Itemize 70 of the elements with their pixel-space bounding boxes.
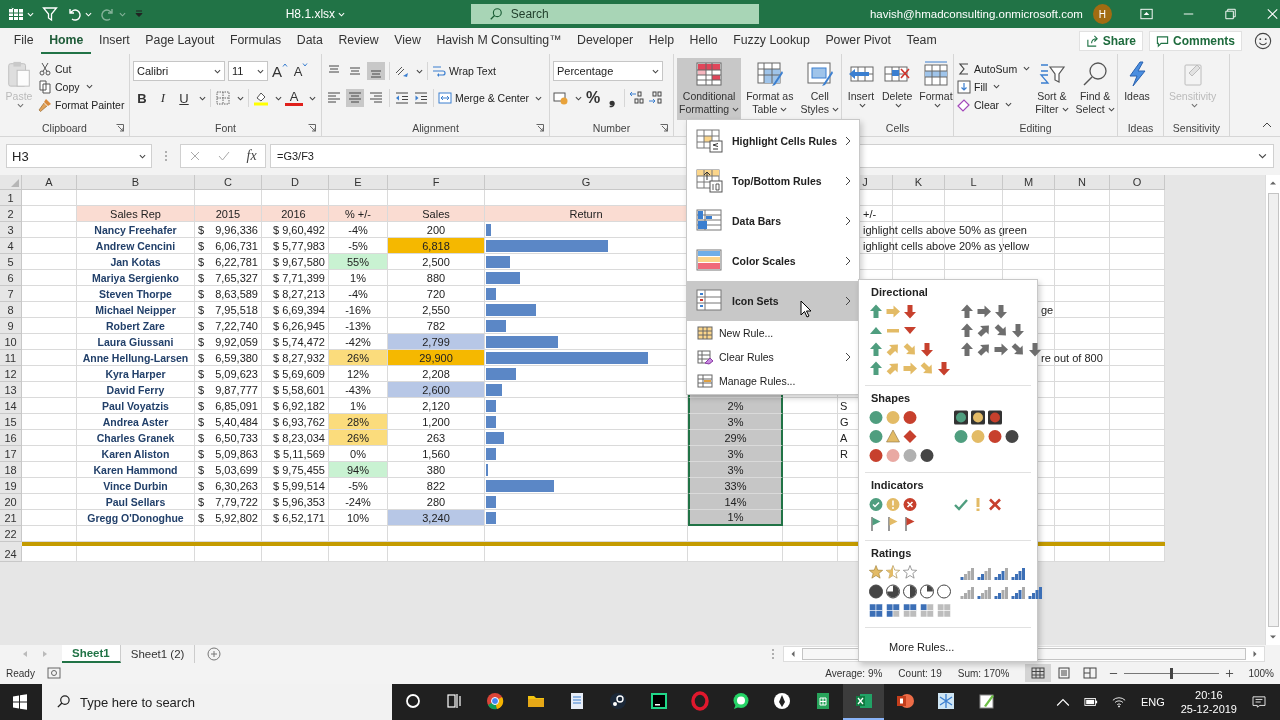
sum-readout: Sum: 170% — [957, 667, 1010, 679]
table-cell: 7,95,518 — [215, 303, 258, 316]
currency-symbol: $ — [198, 351, 205, 364]
table-cell: 6,22,781 — [215, 255, 258, 268]
table-cell: 28% — [329, 414, 388, 430]
table-cell: % +/- — [329, 206, 388, 222]
table-cell: 2,799 — [388, 334, 485, 350]
currency-symbol: $ — [198, 511, 205, 524]
table-cell: 26% — [329, 430, 388, 446]
table-cell: 7,65,327 — [215, 271, 258, 284]
table-cell: 6,30,263 — [215, 479, 258, 492]
currency-symbol: $ — [198, 271, 205, 284]
table-cell: Return — [485, 206, 688, 222]
currency-symbol: $ — [198, 383, 205, 396]
currency-symbol: $ — [198, 479, 205, 492]
table-cell: 5,40,484 — [215, 415, 258, 428]
table-cell: 3,240 — [388, 510, 485, 526]
count-readout: Count: 19 — [898, 667, 942, 679]
table-cell: 5,09,863 — [215, 447, 258, 460]
table-cell: 9,87,777 — [215, 383, 258, 396]
section-heading: Directional — [871, 286, 929, 298]
currency-symbol: $ — [198, 255, 205, 268]
status-text: Ready — [6, 667, 35, 679]
currency-symbol: $ — [198, 335, 205, 348]
section-heading: Ratings — [871, 547, 913, 559]
currency-symbol: $ — [198, 303, 205, 316]
currency-symbol: $ — [198, 287, 205, 300]
currency-symbol: $ — [198, 495, 205, 508]
table-cell: 9,96,336 — [215, 223, 258, 236]
table-cell: 6,818 — [388, 238, 485, 254]
table-cell: 94% — [329, 462, 388, 478]
table-cell: 2,600 — [388, 382, 485, 398]
currency-symbol: $ — [198, 463, 205, 476]
table-cell: 5,03,699 — [215, 463, 258, 476]
table-cell: 26% — [329, 350, 388, 366]
table-cell: 29,900 — [388, 350, 485, 366]
currency-symbol: $ — [198, 415, 205, 428]
table-cell: 2016 — [262, 206, 329, 222]
currency-symbol: $ — [198, 223, 205, 236]
group-label: Sensitivity — [1172, 122, 1221, 134]
table-cell: 6,50,733 — [215, 431, 258, 444]
group-label: Editing — [1019, 122, 1052, 134]
table-cell: 2015 — [195, 206, 262, 222]
account-email: havish@hmadconsulting.onmicrosoft.com — [869, 8, 1083, 20]
group-label: Number — [592, 122, 631, 134]
currency-symbol: $ — [198, 447, 205, 460]
currency-symbol: $ — [198, 239, 205, 252]
table-cell: 6,85,091 — [215, 399, 258, 412]
group-label: Font — [215, 122, 236, 134]
group-label: Clipboard — [42, 122, 87, 134]
table-cell: 55% — [329, 254, 388, 270]
table-cell: 8,63,589 — [215, 287, 258, 300]
table-cell: 9,92,059 — [215, 335, 258, 348]
section-heading: Indicators — [871, 479, 925, 491]
currency-symbol: $ — [198, 367, 205, 380]
table-cell: 7,22,740 — [215, 319, 258, 332]
currency-symbol: $ — [198, 399, 205, 412]
currency-symbol: $ — [198, 431, 205, 444]
table-cell: 6,06,731 — [215, 239, 258, 252]
table-cell: Sales Rep — [77, 206, 195, 222]
group-label: Alignment — [412, 122, 459, 134]
average-readout: Average: 9% — [825, 667, 883, 679]
group-label: Ideas — [1127, 122, 1154, 134]
table-cell: 5,92,802 — [215, 511, 258, 524]
table-cell: Sales — [388, 206, 485, 222]
group-label: Cells — [885, 122, 910, 134]
currency-symbol: $ — [198, 319, 205, 332]
table-cell: 6,59,380 — [215, 351, 258, 364]
table-cell: 7,79,722 — [215, 495, 258, 508]
table-cell: 5,09,623 — [215, 367, 258, 380]
